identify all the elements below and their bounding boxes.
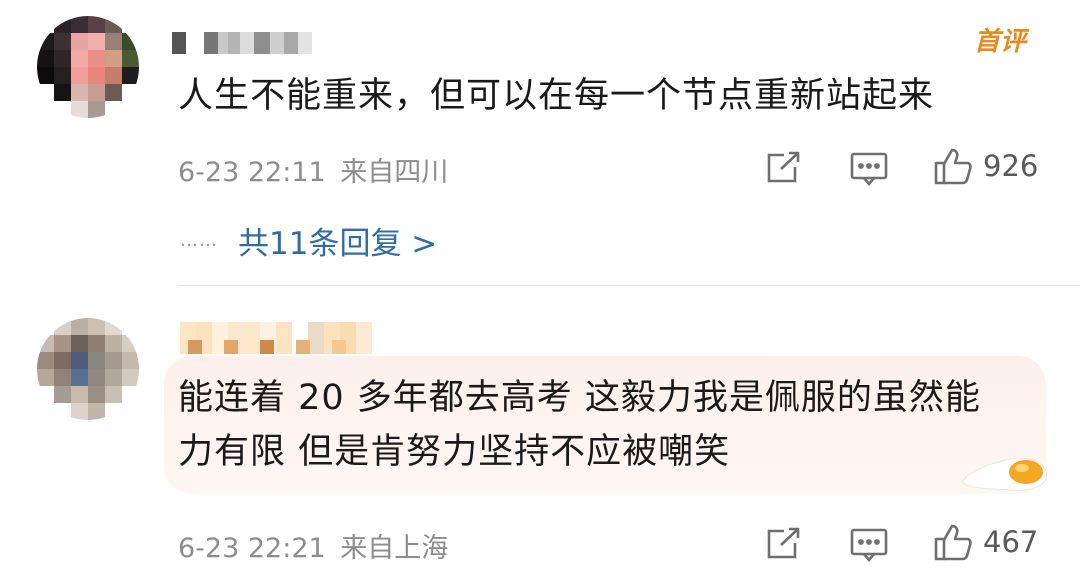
comment-icon	[850, 528, 888, 562]
like-icon	[933, 522, 973, 562]
author-name[interactable]	[172, 32, 312, 54]
egg-decoration-icon	[960, 448, 1050, 494]
replies-dots: ……	[180, 229, 218, 251]
like-count: 467	[983, 525, 1039, 559]
comment-text: 人生不能重来，但可以在每一个节点重新站起来	[178, 76, 935, 116]
divider	[178, 285, 1080, 286]
share-icon	[765, 527, 801, 561]
comment-location: 来自四川	[340, 157, 449, 188]
comment-button[interactable]	[850, 152, 888, 186]
avatar[interactable]	[37, 318, 139, 420]
comment-location: 来自上海	[340, 533, 449, 564]
share-button[interactable]	[765, 527, 801, 561]
comment-text-line-1: 能连着 20 多年都去高考 这毅力我是佩服的虽然能	[178, 378, 981, 418]
like-count: 926	[983, 149, 1039, 183]
comment-icon	[850, 152, 888, 186]
replies-label: 共11条回复 >	[238, 225, 438, 262]
like-button[interactable]: 926	[933, 146, 1038, 186]
like-button[interactable]: 467	[933, 522, 1038, 562]
comment-meta: 6-23 22:21 来自上海	[178, 526, 448, 565]
author-name-detail	[188, 340, 378, 354]
comment-button[interactable]	[850, 528, 888, 562]
comment-time: 6-23 22:11	[178, 157, 326, 188]
comment-meta: 6-23 22:11 来自四川	[178, 150, 448, 189]
comment-text-line-2: 力有限 但是肯努力坚持不应被嘲笑	[178, 432, 731, 472]
view-replies-link[interactable]: …… 共11条回复 >	[180, 220, 438, 262]
first-comment-badge: 首评	[974, 27, 1027, 57]
comment-time: 6-23 22:21	[178, 533, 326, 564]
share-icon	[765, 151, 801, 185]
like-icon	[933, 146, 973, 186]
share-button[interactable]	[765, 151, 801, 185]
avatar[interactable]	[37, 16, 139, 118]
